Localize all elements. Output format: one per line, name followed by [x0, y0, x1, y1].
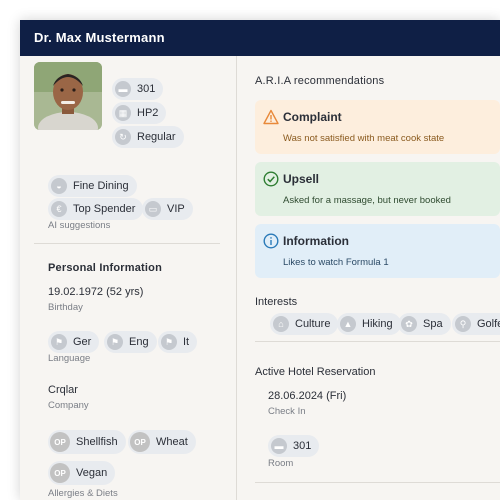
spa-icon: ✿: [401, 316, 417, 332]
level-chip: ▦ HP2: [112, 102, 167, 124]
guest-type-chip: ↻ Regular: [112, 126, 184, 148]
recommendation-card-upsell[interactable]: Upsell Asked for a massage, but never bo…: [255, 162, 500, 216]
museum-icon: ⌂: [273, 316, 289, 332]
allergy-label: Wheat: [156, 436, 188, 448]
card-text: Was not satisfied with meat cook state: [283, 133, 445, 144]
card-text: Likes to watch Formula 1: [283, 257, 389, 268]
allergy-chip-wheat: OP Wheat: [128, 430, 196, 454]
room-number: 301: [137, 83, 156, 95]
language-chip-ger: ⚑ Ger: [48, 331, 100, 353]
interest-label: Culture: [295, 318, 331, 330]
avatar: [34, 62, 102, 130]
suggestion-label: Top Spender: [73, 203, 136, 215]
suggestion-chip-vip[interactable]: ▭ VIP: [142, 198, 193, 220]
card-title: Information: [283, 234, 349, 248]
recommendation-card-information[interactable]: Information Likes to watch Formula 1: [255, 224, 500, 278]
interest-chip-culture: ⌂ Culture: [270, 313, 339, 335]
language-label: Ger: [73, 336, 92, 348]
personal-info-title: Personal Information: [48, 262, 163, 274]
language-label: Eng: [129, 336, 149, 348]
column-divider: [236, 56, 237, 500]
check-circle-icon: [263, 171, 279, 187]
info-icon: [263, 233, 279, 249]
company-label: Company: [48, 400, 89, 411]
interest-chip-golf: ⚲ Golfe: [452, 313, 500, 335]
card-title: Complaint: [283, 110, 342, 124]
building-icon: ▦: [115, 105, 131, 121]
mountain-icon: ▲: [340, 316, 356, 332]
room-number: 301: [293, 440, 312, 452]
money-icon: €: [51, 201, 67, 217]
interest-chip-spa: ✿ Spa: [398, 313, 451, 335]
language-label: It: [183, 336, 190, 348]
avatar-image: [34, 62, 102, 130]
company-value: Crqlar: [48, 384, 78, 396]
suggestion-chip-top-spender[interactable]: € Top Spender: [48, 198, 144, 220]
room-chip: ▬ 301: [112, 78, 164, 100]
allergy-chip-shellfish: OP Shellfish: [48, 430, 126, 454]
flag-icon: ⚑: [107, 334, 123, 350]
ai-suggestions-label: AI suggestions: [48, 220, 111, 231]
flag-icon: ⚑: [51, 334, 67, 350]
op-badge-icon: OP: [50, 463, 70, 483]
birthday-value: 19.02.1972 (52 yrs): [48, 286, 144, 298]
interest-label: Spa: [423, 318, 443, 330]
cloche-icon: ◒: [51, 178, 67, 194]
reservation-room-chip: ▬ 301: [268, 435, 320, 457]
birthday-label: Birthday: [48, 302, 83, 313]
section-divider: [255, 341, 500, 342]
flag-icon: ⚑: [161, 334, 177, 350]
vip-card-icon: ▭: [145, 201, 161, 217]
op-badge-icon: OP: [50, 432, 70, 452]
checkin-label: Check In: [268, 406, 306, 417]
golf-icon: ⚲: [455, 316, 471, 332]
reservation-title: Active Hotel Reservation: [255, 366, 376, 378]
allergies-label: Allergies & Diets: [48, 488, 118, 499]
card-title: Upsell: [283, 172, 320, 186]
repeat-icon: ↻: [115, 129, 131, 145]
language-label-caption: Language: [48, 353, 91, 364]
interest-label: Hiking: [362, 318, 393, 330]
bed-icon: ▬: [271, 438, 287, 454]
language-chip-eng: ⚑ Eng: [104, 331, 157, 353]
allergy-label: Shellfish: [76, 436, 118, 448]
bed-icon: ▬: [115, 81, 131, 97]
card-text: Asked for a massage, but never booked: [283, 195, 451, 206]
interests-title: Interests: [255, 296, 298, 308]
guest-profile-window: Dr. Max Mustermann ▬ 301 ▦ HP2 ↻ Regular…: [20, 20, 500, 500]
suggestion-chip-fine-dining[interactable]: ◒ Fine Dining: [48, 175, 137, 197]
allergy-label: Vegan: [76, 467, 108, 479]
section-divider: [34, 243, 220, 244]
interest-label: Golfe: [477, 318, 500, 330]
recommendation-card-complaint[interactable]: Complaint Was not satisfied with meat co…: [255, 100, 500, 154]
window-title: Dr. Max Mustermann: [20, 20, 500, 56]
language-chip-it: ⚑ It: [158, 331, 198, 353]
interest-chip-hiking: ▲ Hiking: [337, 313, 401, 335]
warning-icon: [263, 109, 279, 125]
room-label: Room: [268, 458, 294, 469]
level-value: HP2: [137, 107, 159, 119]
suggestion-label: VIP: [167, 203, 185, 215]
op-badge-icon: OP: [130, 432, 150, 452]
checkin-value: 28.06.2024 (Fri): [268, 390, 347, 402]
suggestion-label: Fine Dining: [73, 180, 129, 192]
aria-title: A.R.I.A recommendations: [255, 75, 385, 87]
allergy-chip-vegan: OP Vegan: [48, 461, 116, 485]
guest-type-value: Regular: [137, 131, 176, 143]
section-divider: [255, 482, 500, 483]
